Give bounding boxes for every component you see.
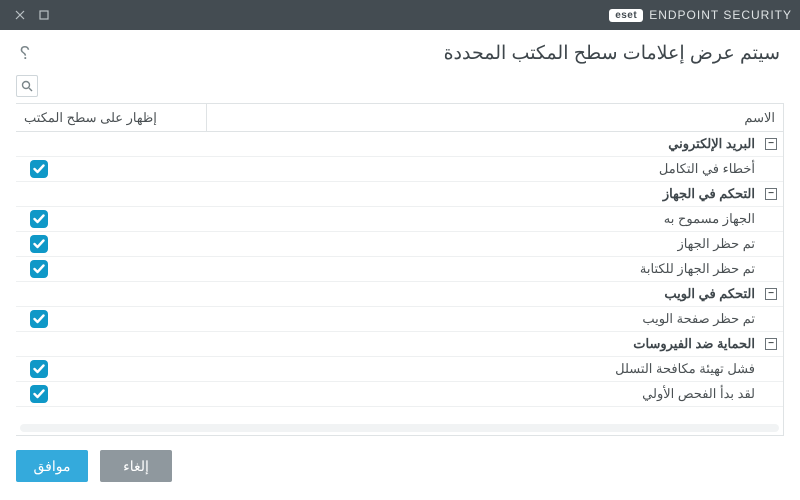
- page-header: سيتم عرض إعلامات سطح المكتب المحددة ?: [0, 30, 800, 75]
- notifications-table: الاسم إظهار على سطح المكتب −البريد الإلك…: [16, 103, 784, 436]
- column-name[interactable]: الاسم: [206, 104, 783, 131]
- item-row: لقد بدأ الفحص الأولي: [16, 382, 783, 407]
- group-row[interactable]: −البريد الإلكتروني: [16, 132, 783, 157]
- help-icon[interactable]: ?: [20, 43, 30, 64]
- cancel-button[interactable]: إلغاء: [100, 450, 172, 482]
- item-label: أخطاء في التكامل: [206, 161, 759, 177]
- brand-product: ENDPOINT SECURITY: [649, 8, 792, 22]
- dialog-footer: إلغاء موافق: [0, 436, 800, 500]
- table-body: −البريد الإلكترونيأخطاء في التكامل−التحك…: [16, 132, 783, 421]
- group-label: التحكم في الويب: [206, 286, 759, 302]
- group-row[interactable]: −الحماية ضد الفيروسات: [16, 332, 783, 357]
- item-row: الجهاز مسموح به: [16, 207, 783, 232]
- show-on-desktop-checkbox[interactable]: [30, 360, 48, 378]
- collapse-icon[interactable]: −: [765, 338, 777, 350]
- show-on-desktop-checkbox[interactable]: [30, 385, 48, 403]
- maximize-icon[interactable]: [32, 3, 56, 27]
- group-row[interactable]: −التحكم في الجهاز: [16, 182, 783, 207]
- column-show-on-desktop[interactable]: إظهار على سطح المكتب: [16, 104, 206, 131]
- group-label: التحكم في الجهاز: [206, 186, 759, 202]
- item-row: تم حظر الجهاز للكتابة: [16, 257, 783, 282]
- close-icon[interactable]: [8, 3, 32, 27]
- group-label: الحماية ضد الفيروسات: [206, 336, 759, 352]
- brand-badge: eset: [609, 9, 643, 22]
- item-row: أخطاء في التكامل: [16, 157, 783, 182]
- search-button[interactable]: [16, 75, 38, 97]
- title-bar: eset ENDPOINT SECURITY: [0, 0, 800, 30]
- table-header: الاسم إظهار على سطح المكتب: [16, 104, 783, 132]
- group-row[interactable]: −التحكم في الويب: [16, 282, 783, 307]
- search-row: [0, 75, 800, 103]
- item-label: الجهاز مسموح به: [206, 211, 759, 227]
- ok-button[interactable]: موافق: [16, 450, 88, 482]
- item-label: تم حظر الجهاز للكتابة: [206, 261, 759, 277]
- group-label: البريد الإلكتروني: [206, 136, 759, 152]
- item-label: لقد بدأ الفحص الأولي: [206, 386, 759, 402]
- collapse-icon[interactable]: −: [765, 138, 777, 150]
- item-label: تم حظر صفحة الويب: [206, 311, 759, 327]
- collapse-icon[interactable]: −: [765, 188, 777, 200]
- show-on-desktop-checkbox[interactable]: [30, 310, 48, 328]
- item-row: تم حظر الجهاز: [16, 232, 783, 257]
- collapse-icon[interactable]: −: [765, 288, 777, 300]
- item-row: فشل تهيئة مكافحة التسلل: [16, 357, 783, 382]
- show-on-desktop-checkbox[interactable]: [30, 160, 48, 178]
- page-title: سيتم عرض إعلامات سطح المكتب المحددة: [444, 42, 780, 65]
- item-row: تم حظر صفحة الويب: [16, 307, 783, 332]
- item-label: تم حظر الجهاز: [206, 236, 759, 252]
- horizontal-scrollbar[interactable]: [16, 421, 783, 435]
- show-on-desktop-checkbox[interactable]: [30, 260, 48, 278]
- item-label: فشل تهيئة مكافحة التسلل: [206, 361, 759, 377]
- show-on-desktop-checkbox[interactable]: [30, 210, 48, 228]
- show-on-desktop-checkbox[interactable]: [30, 235, 48, 253]
